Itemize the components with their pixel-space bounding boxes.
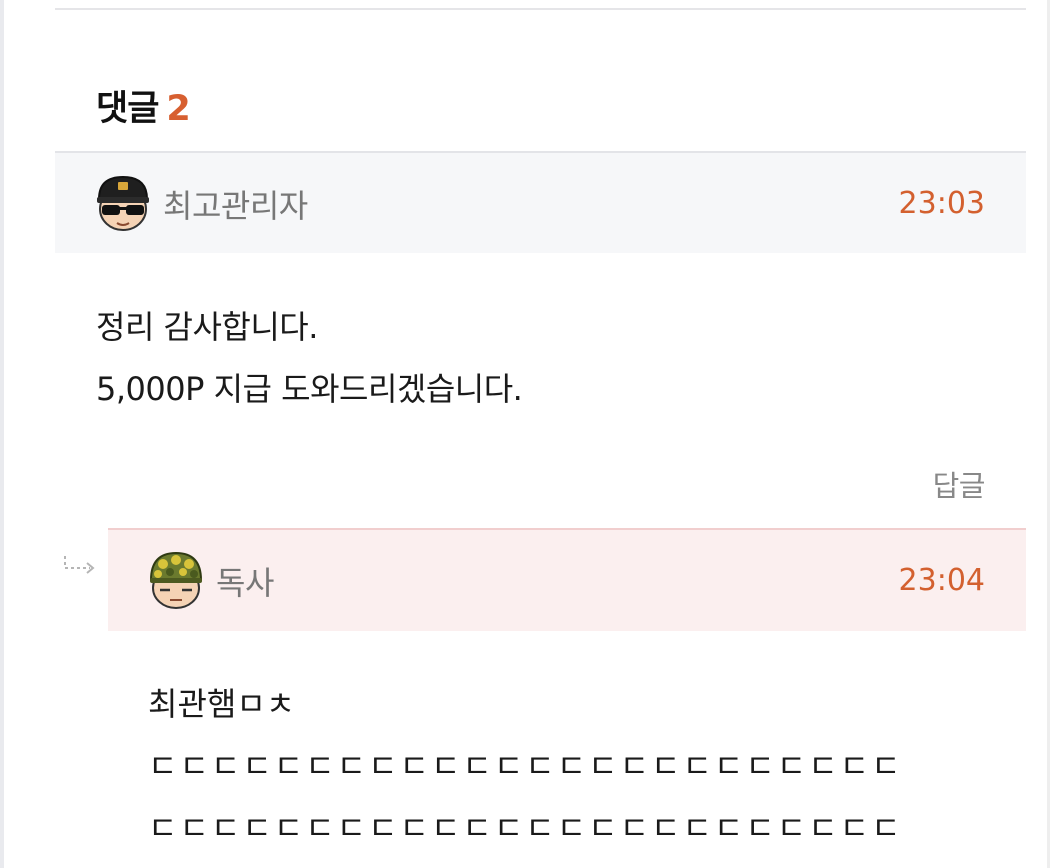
comment-body-line: 5,000P 지급 도와드리겠습니다. <box>96 370 523 408</box>
comments-section-title: 댓글 2 <box>96 80 191 131</box>
comments-count: 2 <box>166 89 190 129</box>
comments-title-label: 댓글 <box>96 89 159 129</box>
reply-header: 독사 23:04 <box>108 528 1026 631</box>
comment-time: 23:03 <box>898 186 985 221</box>
reply-body-line: 최관햄ㅁㅊ <box>148 685 296 723</box>
reply-time: 23:04 <box>898 563 985 598</box>
comment-body: 정리 감사합니다. 5,000P 지급 도와드리겠습니다. <box>96 296 523 420</box>
left-rail <box>0 0 4 868</box>
comment-page: 댓글 2 최고관리자 23:03 정리 감사합니다. 5,000P 지급 도와드리… <box>0 0 1050 868</box>
reply-body-line: ㄷㄷㄷㄷㄷㄷㄷㄷㄷㄷㄷㄷㄷㄷㄷㄷㄷㄷㄷㄷㄷㄷㄷㄷ <box>148 747 903 785</box>
police-officer-sunglasses-icon[interactable] <box>93 173 153 233</box>
reply-body-line: ㄷㄷㄷㄷㄷㄷㄷㄷㄷㄷㄷㄷㄷㄷㄷㄷㄷㄷㄷㄷㄷㄷㄷㄷ <box>148 809 903 847</box>
reply-author[interactable]: 독사 <box>216 558 274 604</box>
top-divider <box>55 8 1026 10</box>
comment-author[interactable]: 최고관리자 <box>163 181 308 227</box>
comment-body-line: 정리 감사합니다. <box>96 308 318 346</box>
reply-button[interactable]: 답글 <box>933 463 986 505</box>
reply-arrow-icon <box>64 556 95 574</box>
comment-header: 최고관리자 23:03 <box>55 151 1026 253</box>
soldier-camo-helmet-icon[interactable] <box>146 550 206 610</box>
reply-body: 최관햄ㅁㅊ ㄷㄷㄷㄷㄷㄷㄷㄷㄷㄷㄷㄷㄷㄷㄷㄷㄷㄷㄷㄷㄷㄷㄷㄷ ㄷㄷㄷㄷㄷㄷㄷㄷㄷ… <box>148 673 903 859</box>
